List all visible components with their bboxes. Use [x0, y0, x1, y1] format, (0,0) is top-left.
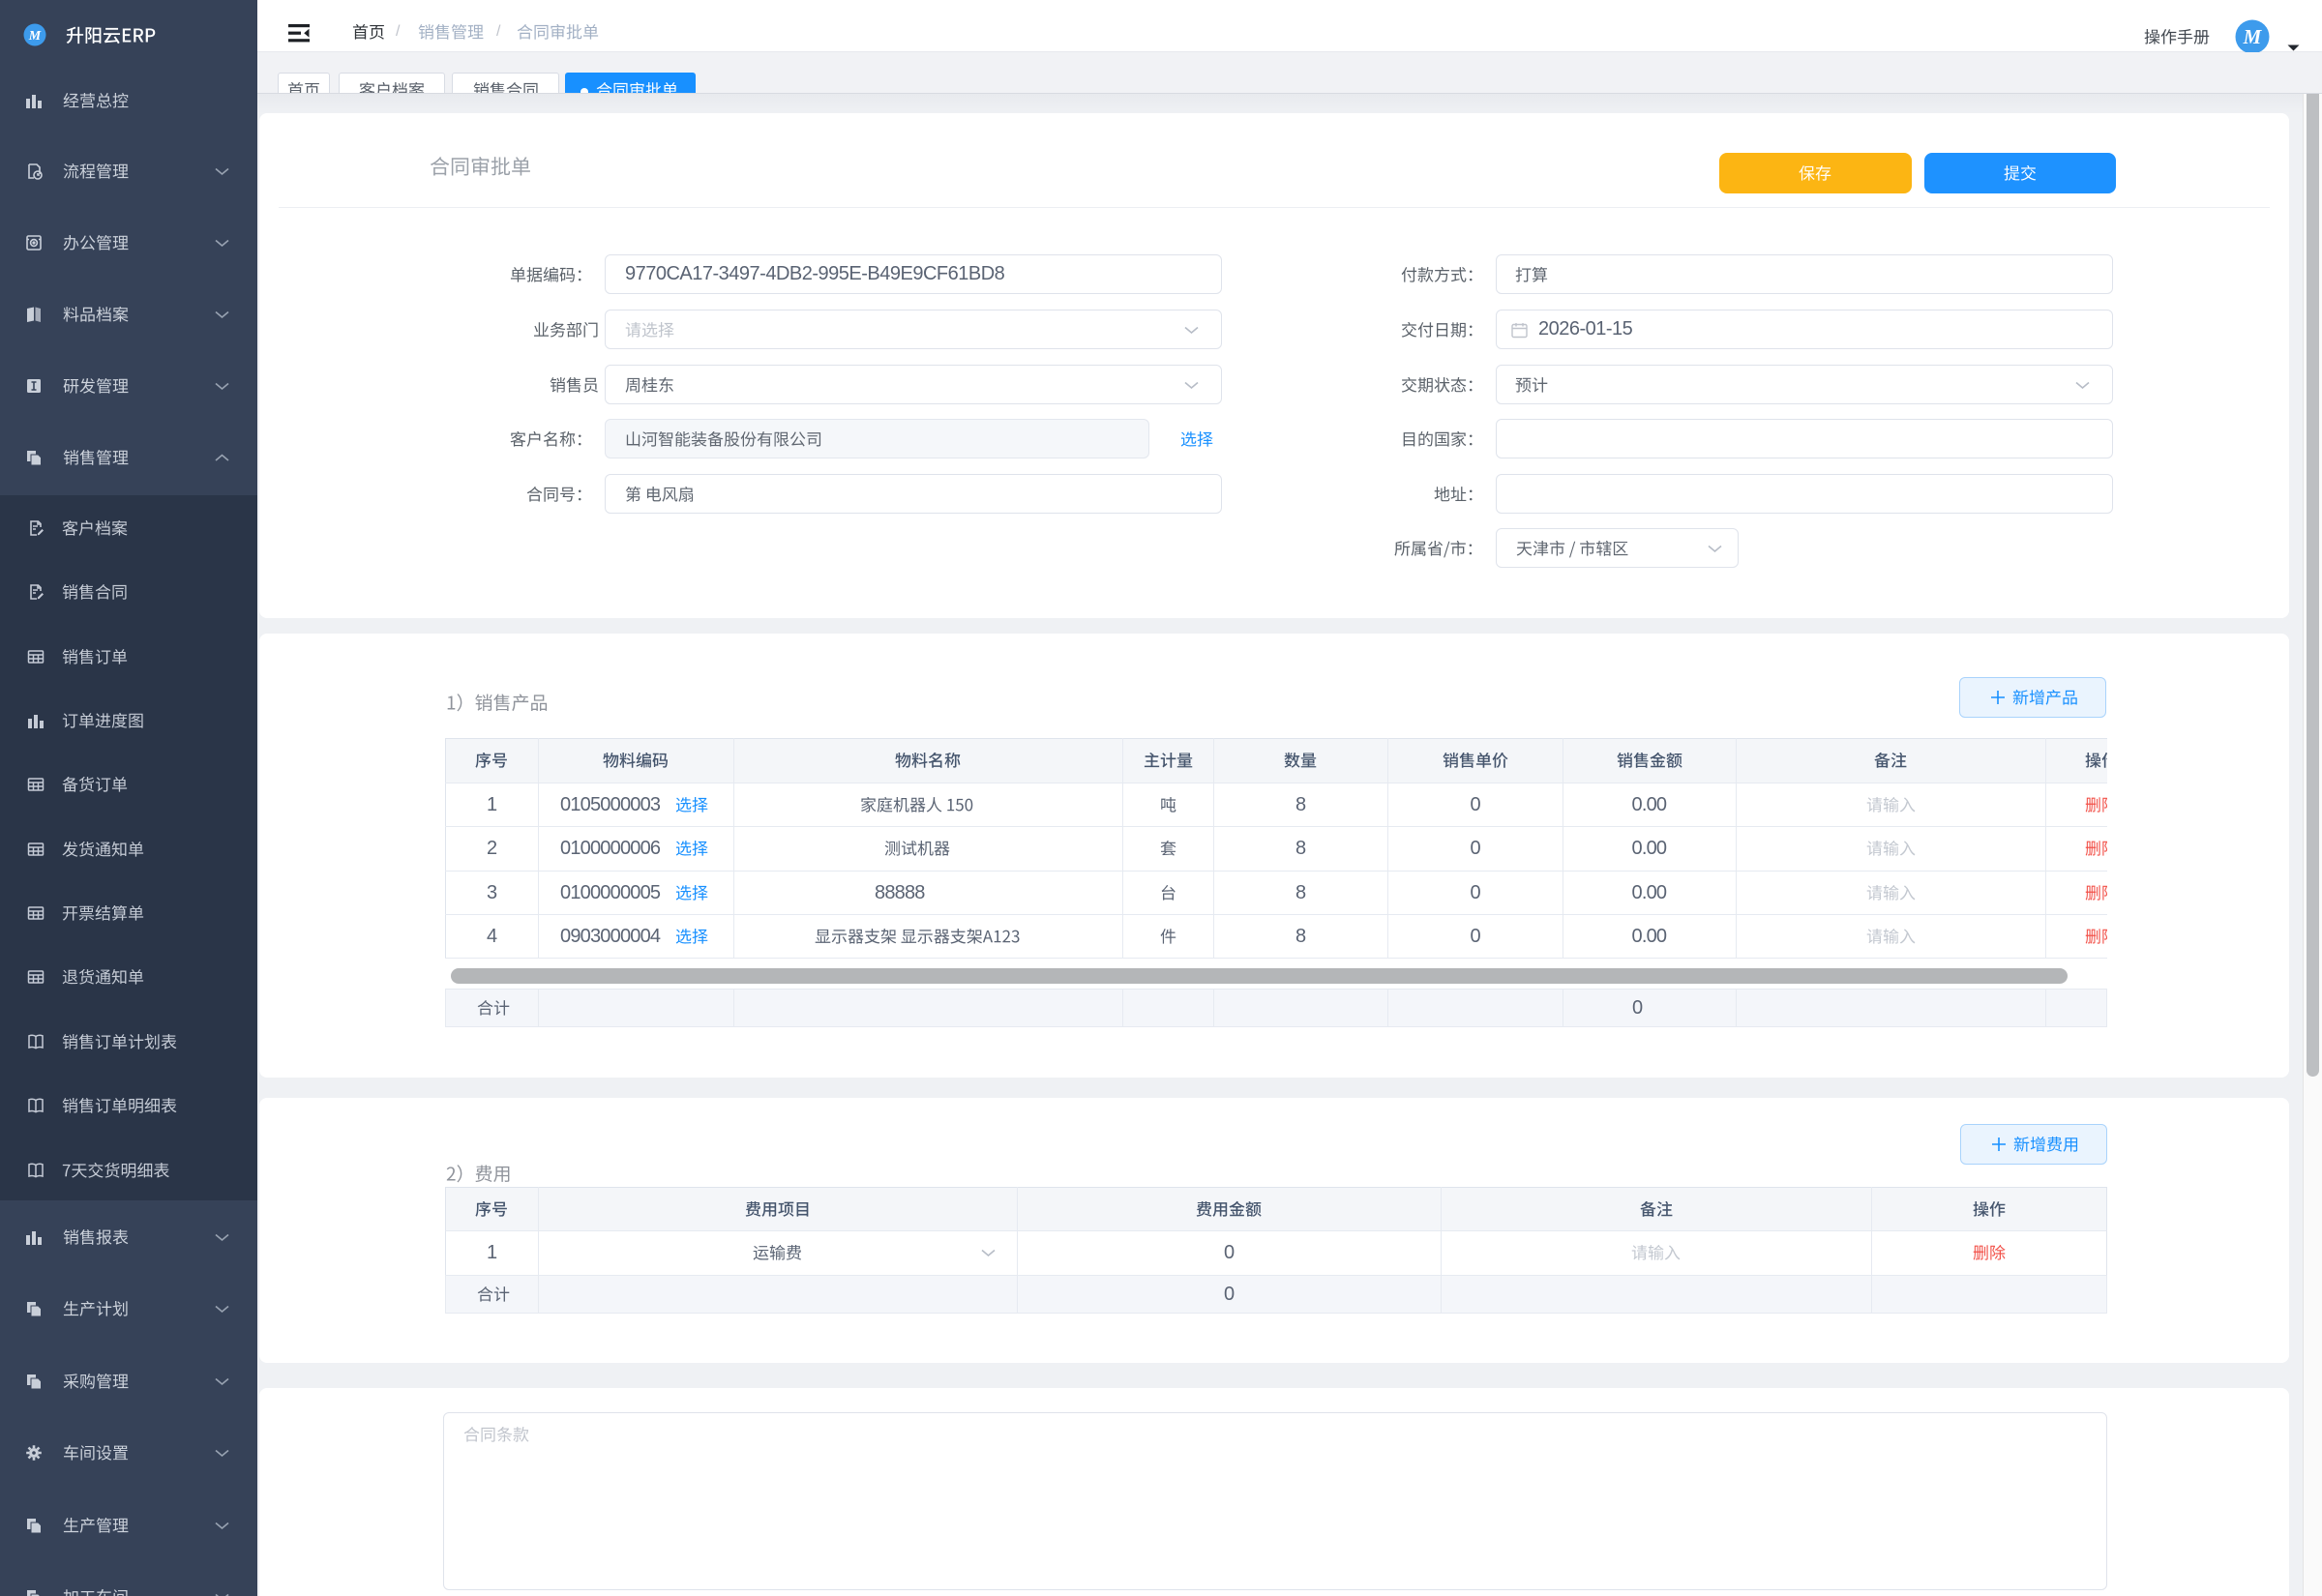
svg-text:M: M	[28, 29, 42, 44]
svg-text:M: M	[2243, 25, 2263, 48]
